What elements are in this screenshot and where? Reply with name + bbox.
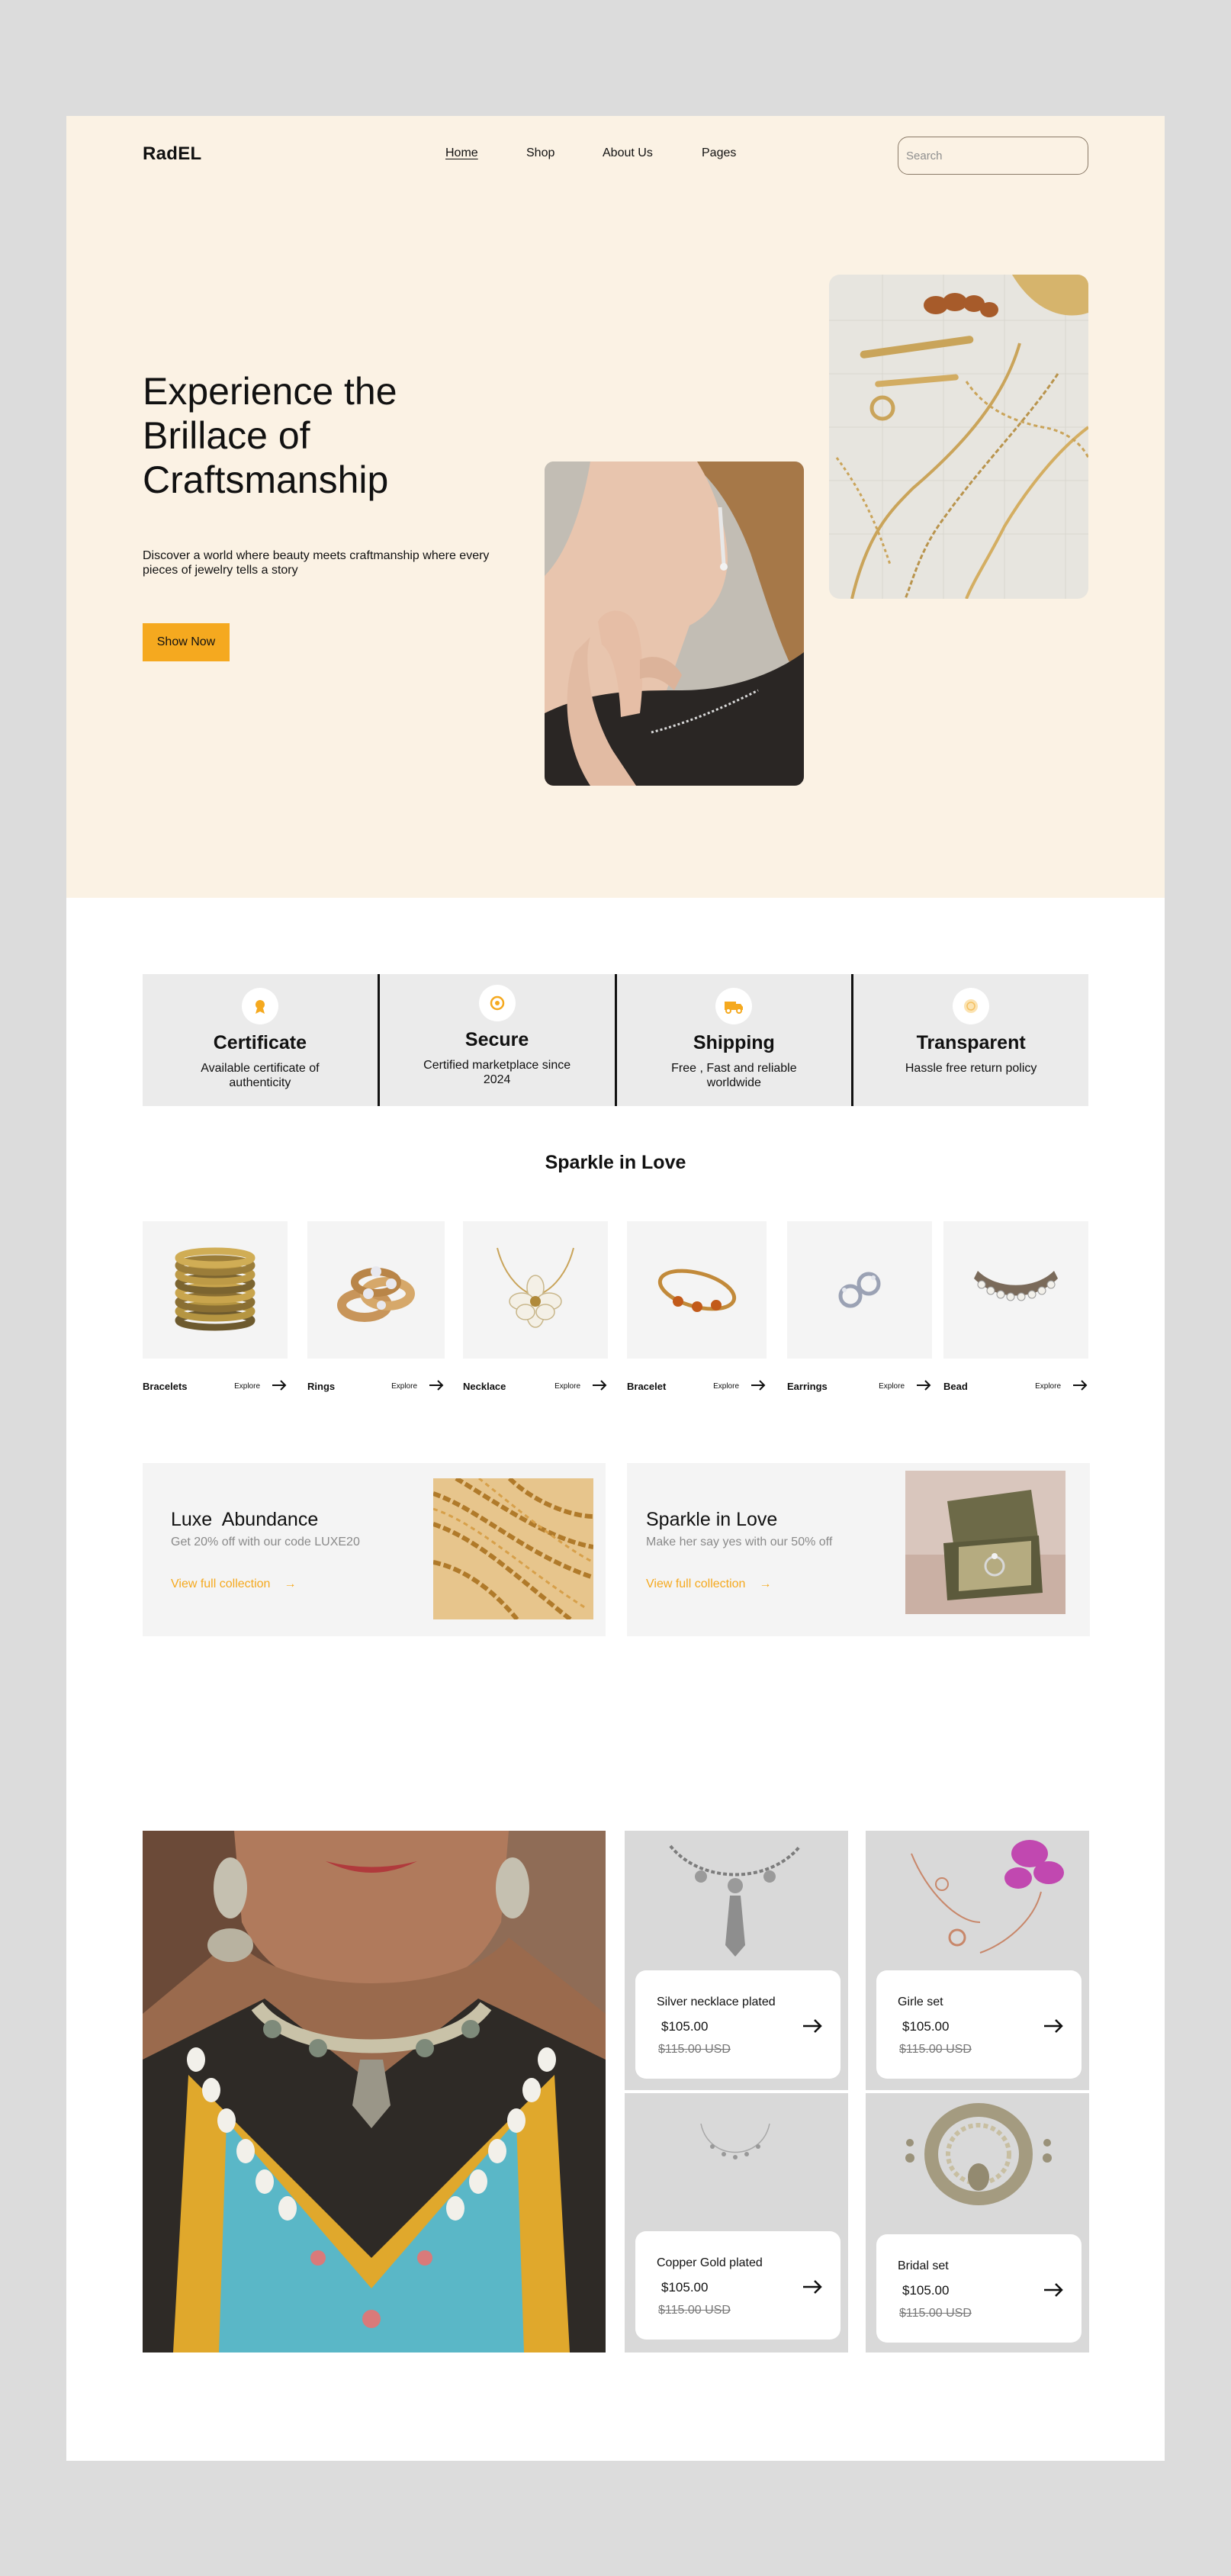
model-jewelry-image <box>143 1831 606 2352</box>
arrow-right-icon[interactable] <box>1042 2016 1065 2036</box>
product-old-price: $115.00 USD <box>899 2307 972 2320</box>
nav-about-us[interactable]: About Us <box>603 146 653 160</box>
product-old-price: $115.00 USD <box>899 2043 972 2056</box>
category-name: Bracelet <box>627 1381 667 1392</box>
product-image <box>911 1840 1064 1954</box>
sparkle-section-title: Sparkle in Love <box>545 1152 686 1173</box>
arrow-right-icon[interactable] <box>915 1378 932 1393</box>
nav-home[interactable]: Home <box>445 146 478 160</box>
feature-certificate: Certificate Available certificate of aut… <box>143 974 380 1106</box>
product-card[interactable]: Copper Gold plated $105.00 $115.00 USD <box>625 2093 848 2352</box>
arrow-right-icon[interactable] <box>801 2016 824 2036</box>
hero-section: RadEL Home Shop About Us Pages Experienc… <box>66 116 1165 898</box>
category-rings[interactable]: Rings Explore <box>307 1221 445 1392</box>
product-card[interactable]: Girle set $105.00 $115.00 USD <box>866 1831 1089 2090</box>
product-old-price: $115.00 USD <box>658 2043 731 2056</box>
category-bracelet[interactable]: Bracelet Explore <box>627 1221 767 1392</box>
explore-link[interactable]: Explore <box>713 1382 739 1391</box>
secure-icon <box>478 985 516 1021</box>
product-name: Silver necklace plated <box>657 1996 776 2008</box>
arrow-right-icon[interactable] <box>1072 1378 1088 1393</box>
category-image <box>627 1221 767 1359</box>
promo-subtitle: Make her say yes with our 50% off <box>646 1536 833 1548</box>
category-image <box>463 1221 608 1359</box>
arrow-right-icon[interactable] <box>271 1378 288 1393</box>
product-image <box>700 2123 770 2160</box>
category-necklace[interactable]: Necklace Explore <box>463 1221 608 1392</box>
category-image <box>943 1221 1088 1359</box>
explore-link[interactable]: Explore <box>879 1382 905 1391</box>
product-name: Copper Gold plated <box>657 2256 763 2269</box>
arrow-right-icon[interactable] <box>428 1378 445 1393</box>
transparent-icon <box>953 988 990 1024</box>
product-name: Girle set <box>898 1996 943 2008</box>
brand-logo[interactable]: RadEL <box>143 143 202 165</box>
show-now-button[interactable]: Show Now <box>143 623 230 661</box>
truck-icon <box>715 988 753 1024</box>
ring-box-image <box>905 1471 1065 1614</box>
category-name: Earrings <box>787 1381 828 1392</box>
page: RadEL Home Shop About Us Pages Experienc… <box>66 116 1165 2461</box>
category-bracelets[interactable]: Bracelets Explore <box>143 1221 288 1392</box>
arrow-right-icon: → <box>284 1577 297 1590</box>
hero-jewelry-image <box>829 275 1088 599</box>
nav-pages[interactable]: Pages <box>702 146 736 160</box>
search-input[interactable] <box>898 137 1088 175</box>
product-image <box>905 2103 1052 2205</box>
product-price: $105.00 <box>902 2283 950 2298</box>
features-bar: Certificate Available certificate of aut… <box>143 974 1088 1106</box>
explore-link[interactable]: Explore <box>1035 1382 1061 1391</box>
view-collection-link[interactable]: View full collection → <box>646 1577 771 1591</box>
promo-title: Luxe Abundance <box>171 1509 319 1530</box>
promo-subtitle: Get 20% off with our code LUXE20 <box>171 1536 360 1548</box>
explore-link[interactable]: Explore <box>234 1382 260 1391</box>
feature-shipping: Shipping Free , Fast and reliable worldw… <box>617 974 854 1106</box>
product-card[interactable]: Bridal set $105.00 $115.00 USD <box>866 2093 1089 2352</box>
explore-link[interactable]: Explore <box>554 1382 580 1391</box>
hero-title: Experience the Brillace of Craftsmanship <box>143 370 397 501</box>
promo-sparkle-in-love: Sparkle in Love Make her say yes with ou… <box>627 1463 1090 1636</box>
hero-model-image <box>545 461 804 786</box>
product-old-price: $115.00 USD <box>658 2304 731 2317</box>
product-name: Bridal set <box>898 2259 949 2272</box>
category-name: Bead <box>943 1381 968 1392</box>
product-card[interactable]: Silver necklace plated $105.00 $115.00 U… <box>625 1831 848 2090</box>
certificate-icon <box>241 988 278 1024</box>
category-image <box>307 1221 445 1359</box>
hero-description: Discover a world where beauty meets craf… <box>143 549 490 577</box>
product-price: $105.00 <box>661 2280 709 2295</box>
promo-title: Sparkle in Love <box>646 1509 778 1530</box>
feature-secure: Secure Certified marketplace since 2024 <box>380 974 617 1106</box>
product-price: $105.00 <box>661 2019 709 2034</box>
product-image <box>669 1844 802 1957</box>
arrow-right-icon[interactable] <box>1042 2280 1065 2300</box>
category-image <box>143 1221 288 1359</box>
arrow-right-icon[interactable] <box>750 1378 767 1393</box>
category-name: Bracelets <box>143 1381 188 1392</box>
arrow-right-icon: → <box>759 1577 772 1590</box>
promo-luxe-abundance: Luxe Abundance Get 20% off with our code… <box>143 1463 606 1636</box>
product-price: $105.00 <box>902 2019 950 2034</box>
category-bead[interactable]: Bead Explore <box>943 1221 1088 1392</box>
nav-shop[interactable]: Shop <box>526 146 554 160</box>
view-collection-link[interactable]: View full collection → <box>171 1577 296 1591</box>
category-name: Necklace <box>463 1381 506 1392</box>
explore-link[interactable]: Explore <box>391 1382 417 1391</box>
arrow-right-icon[interactable] <box>801 2277 824 2297</box>
category-earrings[interactable]: Earrings Explore <box>787 1221 932 1392</box>
arrow-right-icon[interactable] <box>591 1378 608 1393</box>
category-name: Rings <box>307 1381 336 1392</box>
feature-transparent: Transparent Hassle free return policy <box>853 974 1088 1106</box>
gold-chains-image <box>433 1478 593 1619</box>
category-image <box>787 1221 932 1359</box>
